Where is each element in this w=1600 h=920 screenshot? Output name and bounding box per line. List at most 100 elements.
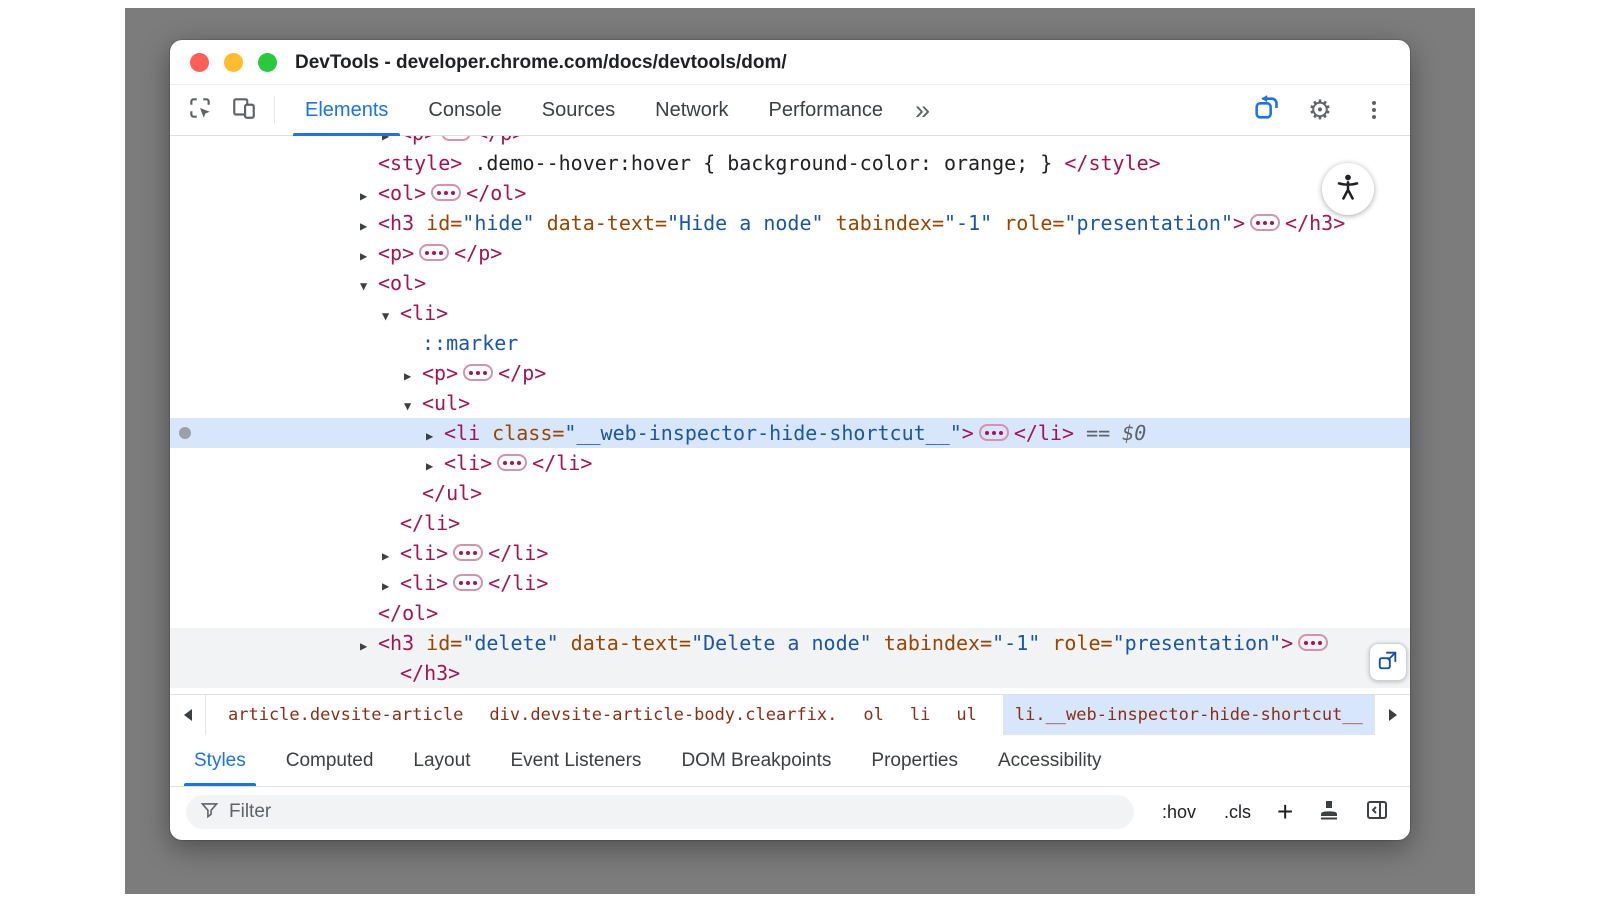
dom-tree-row[interactable]: ▼<li> <box>170 298 1410 328</box>
dom-tree-row[interactable]: ▶<li></li> <box>170 448 1410 478</box>
code-segment-tag: </h3> <box>400 661 460 685</box>
dom-tree-row[interactable]: </ol> <box>170 598 1410 628</box>
dom-tree-row[interactable]: ▶<h3 id="hide" data-text="Hide a node" t… <box>170 208 1410 238</box>
settings-button[interactable]: ⚙ <box>1302 92 1338 128</box>
panel-tab-elements[interactable]: Elements <box>285 85 408 136</box>
panel-tab-sources[interactable]: Sources <box>522 85 635 136</box>
hidden-children-ellipsis-button[interactable] <box>453 544 483 561</box>
element-classes-button[interactable]: .cls <box>1224 802 1251 823</box>
expand-arrow-icon[interactable]: ▶ <box>360 241 378 271</box>
popout-floating-button[interactable] <box>1369 643 1407 681</box>
expand-arrow-icon[interactable]: ▶ <box>360 691 378 694</box>
toggle-sidebar-button[interactable] <box>1365 798 1389 827</box>
panel-tab-performance[interactable]: Performance <box>749 85 904 136</box>
code-segment-tag: <h3 <box>378 211 414 235</box>
more-tabs-chevron[interactable]: » <box>903 86 942 134</box>
sidebar-tab-dom-breakpoints[interactable]: DOM Breakpoints <box>661 735 851 786</box>
sidebar-tab-accessibility[interactable]: Accessibility <box>978 735 1121 786</box>
sidebar-tab-properties[interactable]: Properties <box>851 735 978 786</box>
panel-tab-network[interactable]: Network <box>635 85 748 136</box>
collapse-arrow-icon[interactable]: ▼ <box>382 301 400 331</box>
more-options-button[interactable] <box>1356 92 1392 128</box>
sidebar-tab-computed[interactable]: Computed <box>266 735 394 786</box>
dom-tree-row[interactable]: </li> <box>170 508 1410 538</box>
code-segment-tag: <ul> <box>422 391 470 415</box>
dom-tree-row[interactable]: ▶<li></li> <box>170 538 1410 568</box>
dom-tree-row[interactable]: ▼<ul> <box>170 388 1410 418</box>
hidden-children-ellipsis-button[interactable] <box>419 244 449 261</box>
breadcrumb-bar: article.devsite-article div.devsite-artic… <box>170 694 1410 735</box>
code-segment-attr: data-text= <box>547 211 667 235</box>
code-segment-tag: <p> <box>422 361 458 385</box>
hidden-children-ellipsis-button[interactable] <box>979 424 1009 441</box>
dom-tree-row[interactable]: ▶<ol></ol> <box>170 178 1410 208</box>
toggle-element-state-button[interactable]: :hov <box>1162 802 1196 823</box>
reload-required-button[interactable] <box>1248 92 1284 128</box>
dom-tree-row[interactable]: ▶<p></p> <box>170 136 1410 148</box>
sidebar-tab-layout[interactable]: Layout <box>393 735 490 786</box>
expand-arrow-icon[interactable]: ▶ <box>382 571 400 601</box>
breadcrumb-scroll-left-button[interactable] <box>170 695 206 735</box>
styles-filter-field[interactable] <box>186 795 1134 829</box>
breadcrumb-item[interactable]: ol <box>863 695 883 735</box>
reload-required-icon <box>1252 94 1280 127</box>
dom-tree-row[interactable]: ▶<li></li> <box>170 568 1410 598</box>
collapse-arrow-icon[interactable]: ▼ <box>404 391 422 421</box>
breadcrumb-item[interactable]: li <box>910 695 930 735</box>
expand-arrow-icon[interactable]: ▶ <box>404 361 422 391</box>
hidden-children-ellipsis-button[interactable] <box>441 136 471 141</box>
breadcrumb-scroll-right-button[interactable] <box>1374 695 1410 735</box>
expand-arrow-icon[interactable]: ▶ <box>360 631 378 661</box>
minimize-button[interactable] <box>224 53 243 72</box>
sidebar-tab-styles[interactable]: Styles <box>174 735 266 786</box>
dom-tree-row[interactable]: </ul> <box>170 478 1410 508</box>
dom-tree-row[interactable]: ▶<p></p> <box>170 358 1410 388</box>
expand-arrow-icon[interactable]: ▶ <box>382 541 400 571</box>
expand-arrow-icon[interactable]: ▶ <box>382 136 400 148</box>
code-segment-dollar: $0 <box>1122 421 1146 445</box>
expand-arrow-icon[interactable]: ▶ <box>426 421 444 451</box>
panel-tab-console[interactable]: Console <box>408 85 521 136</box>
inspect-element-button[interactable] <box>182 92 218 128</box>
expand-arrow-icon[interactable]: ▶ <box>426 451 444 481</box>
toggle-device-toolbar-button[interactable] <box>226 92 262 128</box>
hidden-children-ellipsis-button[interactable] <box>1250 214 1280 231</box>
expand-arrow-icon[interactable]: ▶ <box>360 211 378 241</box>
collapse-arrow-icon[interactable]: ▼ <box>360 271 378 301</box>
sidebar-tab-event-listeners[interactable]: Event Listeners <box>490 735 661 786</box>
dom-tree-row[interactable]: ::marker <box>170 328 1410 358</box>
dom-node-code: ::marker <box>170 328 1410 358</box>
hidden-children-ellipsis-button[interactable] <box>1298 634 1328 651</box>
breadcrumb-item[interactable]: div.devsite-article-body.clearfix. <box>489 695 837 735</box>
dom-tree-row[interactable]: </h3> <box>170 658 1410 688</box>
dom-tree-row[interactable]: ▶<h3 id="delete" data-text="Delete a nod… <box>170 628 1410 658</box>
dom-tree-row[interactable]: ▶<p></p> <box>170 688 1410 694</box>
new-style-rule-button[interactable]: + <box>1277 798 1293 826</box>
breadcrumb-item[interactable]: ul <box>956 695 976 735</box>
dom-node-code: ▶<h3 id="delete" data-text="Delete a nod… <box>170 628 1410 661</box>
code-segment-tag: <li <box>444 421 480 445</box>
dom-tree-row[interactable]: <style> .demo--hover:hover { background-… <box>170 148 1410 178</box>
breadcrumb-item[interactable]: article.devsite-article <box>228 695 463 735</box>
zoom-button[interactable] <box>258 53 277 72</box>
close-button[interactable] <box>190 53 209 72</box>
dom-node-code: ▼<ul> <box>170 388 1410 421</box>
breadcrumb-item[interactable]: li.__web-inspector-hide-shortcut__ <box>1003 695 1374 735</box>
accessibility-floating-button[interactable] <box>1322 163 1374 215</box>
code-segment-tag: </li> <box>488 571 548 595</box>
code-segment-attr: tabindex= <box>836 211 944 235</box>
dom-tree-row[interactable]: ▶<li class="__web-inspector-hide-shortcu… <box>170 418 1410 448</box>
code-segment-text <box>414 211 426 235</box>
code-segment-text <box>992 211 1004 235</box>
hidden-children-ellipsis-button[interactable] <box>497 454 527 471</box>
hidden-children-ellipsis-button[interactable] <box>463 364 493 381</box>
dom-tree-row[interactable]: ▼<ol> <box>170 268 1410 298</box>
filter-input[interactable] <box>229 801 1120 823</box>
dom-tree-row[interactable]: ▶<p></p> <box>170 238 1410 268</box>
hidden-children-ellipsis-button[interactable] <box>453 574 483 591</box>
rendering-stamp-button[interactable] <box>1317 798 1341 827</box>
expand-arrow-icon[interactable]: ▶ <box>360 181 378 211</box>
code-segment-tag: <h3 <box>378 631 414 655</box>
hidden-children-ellipsis-button[interactable] <box>431 184 461 201</box>
code-segment-tag: <li> <box>444 451 492 475</box>
